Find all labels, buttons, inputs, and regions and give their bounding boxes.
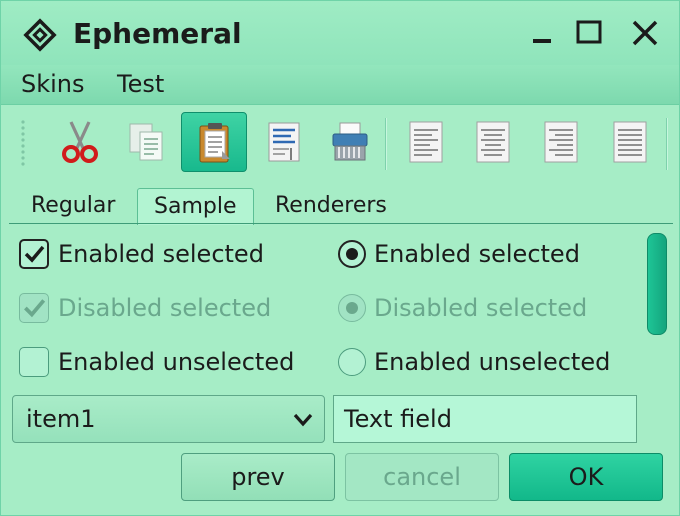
maximize-icon[interactable] <box>573 17 607 51</box>
tab-sample[interactable]: Sample <box>137 188 254 225</box>
cancel-button: cancel <box>345 453 499 501</box>
toolbar <box>1 106 679 174</box>
document-icon <box>268 122 300 162</box>
toolbar-separator <box>385 118 387 170</box>
copy-icon <box>129 123 163 161</box>
checkbox-label: Disabled selected <box>58 294 272 322</box>
scissors-icon <box>62 121 98 163</box>
checkbox-enabled-unselected[interactable] <box>19 347 49 377</box>
cut-button[interactable] <box>47 112 113 172</box>
title-bar[interactable]: Ephemeral <box>1 1 679 65</box>
align-left-button[interactable] <box>393 112 459 172</box>
app-window: Ephemeral Skins Test Regular Sample Rend… <box>0 0 680 516</box>
radio-disabled-selected <box>338 294 366 322</box>
copy-button[interactable] <box>114 112 180 172</box>
toolbar-separator <box>666 118 668 170</box>
radio-label: Disabled selected <box>374 294 588 322</box>
radio-dot-icon <box>346 302 358 314</box>
checkbox-label: Enabled unselected <box>58 348 295 376</box>
align-right-icon <box>544 121 578 163</box>
window-title: Ephemeral <box>73 17 242 50</box>
document-button[interactable] <box>251 112 317 172</box>
close-icon[interactable] <box>629 17 663 51</box>
checkbox-disabled-selected <box>19 293 49 323</box>
radio-dot-icon <box>346 248 358 260</box>
checkbox-enabled-selected[interactable] <box>19 239 49 269</box>
radio-enabled-unselected[interactable] <box>338 348 366 376</box>
menu-skins[interactable]: Skins <box>21 69 85 99</box>
radio-label: Enabled unselected <box>374 348 611 376</box>
toolbar-grip-icon[interactable] <box>18 118 34 170</box>
checkmark-icon <box>24 299 46 318</box>
align-right-button[interactable] <box>528 112 594 172</box>
shredder-icon <box>332 122 368 161</box>
prev-button[interactable]: prev <box>181 453 335 501</box>
tab-regular[interactable]: Regular <box>15 188 131 225</box>
tab-divider <box>9 223 673 224</box>
menu-test[interactable]: Test <box>117 69 164 99</box>
scrollbar-thumb[interactable] <box>647 233 667 335</box>
text-field[interactable]: Text field <box>333 395 637 443</box>
checkbox-label: Enabled selected <box>58 240 264 268</box>
radio-label: Enabled selected <box>374 240 580 268</box>
align-left-icon <box>409 121 443 163</box>
chevron-down-icon <box>293 413 313 427</box>
paste-button[interactable] <box>181 112 247 172</box>
minimize-icon[interactable] <box>527 17 561 51</box>
checkmark-icon <box>24 245 45 263</box>
text-field-value: Text field <box>344 405 452 433</box>
align-center-button[interactable] <box>460 112 526 172</box>
menu-bar: Skins Test <box>1 65 679 105</box>
clipboard-icon <box>199 123 230 163</box>
tab-bar: Regular Sample Renderers <box>1 184 679 225</box>
align-justify-button[interactable] <box>597 112 663 172</box>
align-justify-icon <box>613 121 647 163</box>
align-center-icon <box>476 121 510 163</box>
shred-button[interactable] <box>317 112 383 172</box>
app-logo-icon <box>23 18 57 52</box>
item-dropdown[interactable]: item1 <box>12 395 325 443</box>
radio-enabled-selected[interactable] <box>338 240 366 268</box>
dropdown-value: item1 <box>26 405 96 433</box>
tab-renderers[interactable]: Renderers <box>259 188 403 225</box>
ok-button[interactable]: OK <box>509 453 663 501</box>
